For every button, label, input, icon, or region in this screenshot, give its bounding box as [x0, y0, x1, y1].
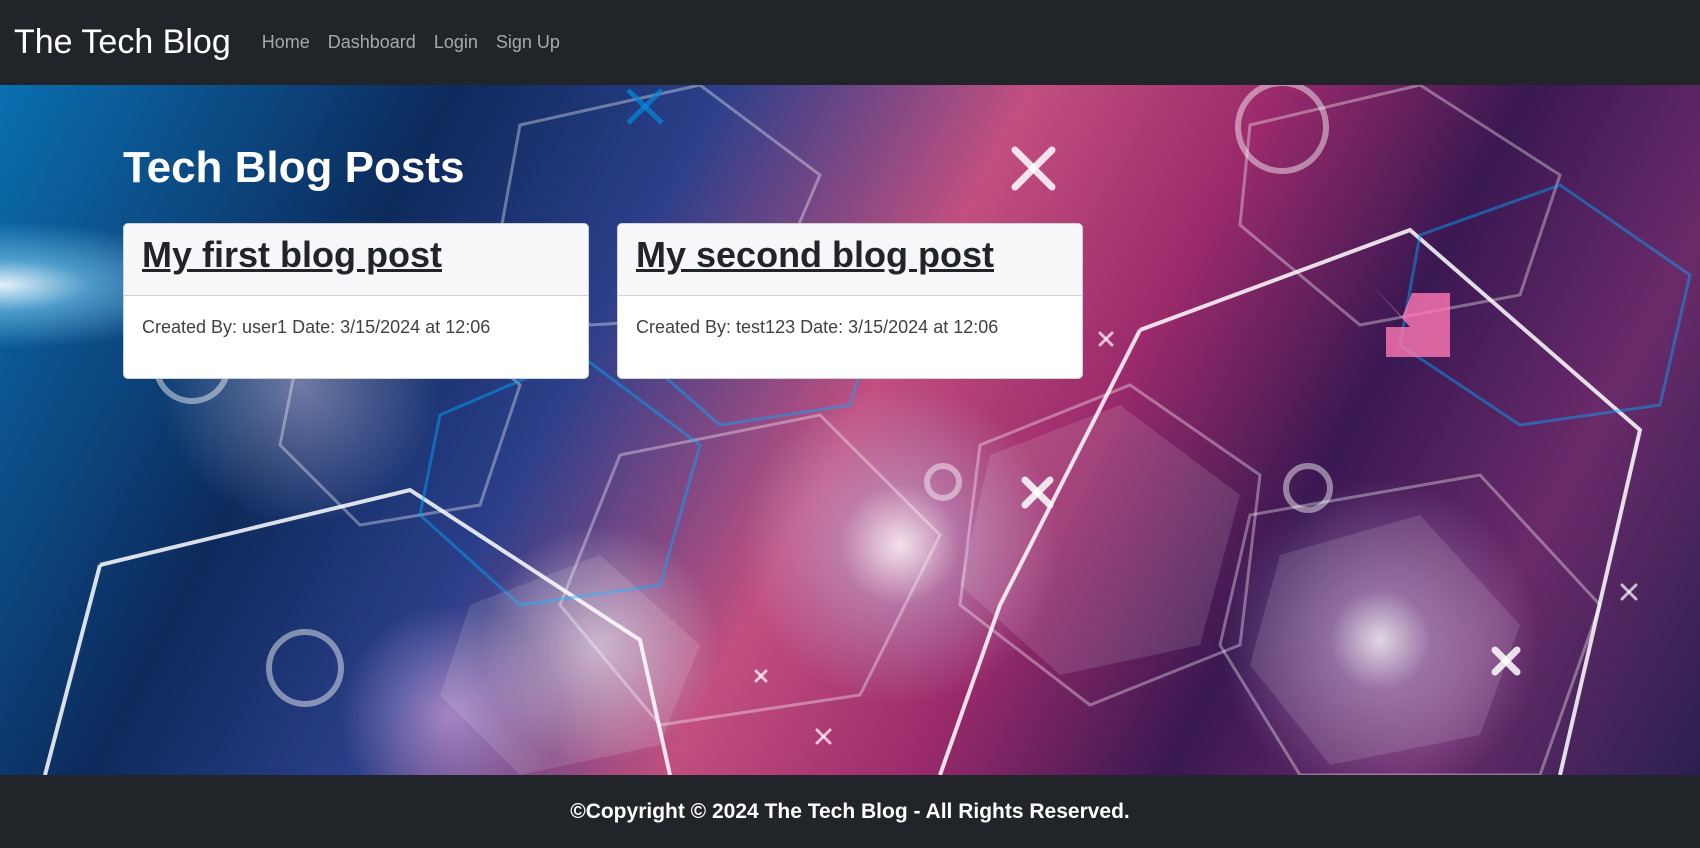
- brand-link[interactable]: The Tech Blog: [14, 23, 231, 62]
- nav-link-home[interactable]: Home: [262, 32, 310, 53]
- post-card-1: My first blog post Created By: user1 Dat…: [123, 223, 589, 379]
- post-title-link[interactable]: My first blog post: [142, 234, 442, 276]
- post-title-link[interactable]: My second blog post: [636, 234, 994, 276]
- nav-link-login[interactable]: Login: [434, 32, 478, 53]
- footer: ©Copyright © 2024 The Tech Blog - All Ri…: [0, 775, 1700, 848]
- post-meta: Created By: test123 Date: 3/15/2024 at 1…: [636, 317, 999, 337]
- nav-link-signup[interactable]: Sign Up: [496, 32, 560, 53]
- top-navbar: The Tech Blog Home Dashboard Login Sign …: [0, 0, 1700, 85]
- post-card-header: My second blog post: [618, 224, 1082, 296]
- nav-link-dashboard[interactable]: Dashboard: [328, 32, 416, 53]
- footer-copyright: ©Copyright © 2024 The Tech Blog - All Ri…: [570, 799, 1130, 823]
- post-meta: Created By: user1 Date: 3/15/2024 at 12:…: [142, 317, 491, 337]
- post-card-header: My first blog post: [124, 224, 588, 296]
- hero-section: Tech Blog Posts My first blog post Creat…: [0, 85, 1700, 775]
- page-title: Tech Blog Posts: [123, 143, 465, 192]
- post-card-2: My second blog post Created By: test123 …: [617, 223, 1083, 379]
